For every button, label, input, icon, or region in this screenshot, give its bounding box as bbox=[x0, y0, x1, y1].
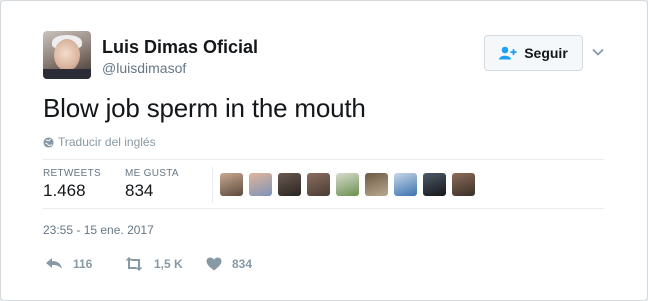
avatar[interactable] bbox=[43, 31, 91, 79]
translate-link[interactable]: Traducir del inglés bbox=[43, 135, 156, 149]
tweet-card: Luis Dimas Oficial @luisdimasof Seguir B… bbox=[0, 0, 648, 301]
reply-count: 116 bbox=[73, 257, 93, 271]
liker-avatar[interactable] bbox=[365, 173, 388, 196]
divider-bottom bbox=[43, 208, 604, 209]
liker-avatar[interactable] bbox=[307, 173, 330, 196]
liker-avatar[interactable] bbox=[278, 173, 301, 196]
retweet-count: 1,5 K bbox=[154, 257, 183, 271]
follow-button[interactable]: Seguir bbox=[484, 35, 583, 71]
like-count: 834 bbox=[232, 257, 253, 271]
reply-button[interactable]: 116 bbox=[45, 257, 92, 271]
tweet-timestamp[interactable]: 23:55 - 15 ene. 2017 bbox=[43, 223, 154, 237]
heart-icon bbox=[206, 257, 222, 271]
liker-avatar[interactable] bbox=[249, 173, 272, 196]
globe-icon bbox=[43, 136, 54, 148]
likes-label[interactable]: ME GUSTA bbox=[125, 168, 179, 179]
retweet-icon bbox=[125, 257, 143, 271]
chevron-down-icon[interactable] bbox=[591, 45, 605, 59]
retweets-label[interactable]: RETWEETS bbox=[43, 168, 101, 179]
like-button[interactable]: 834 bbox=[206, 257, 252, 271]
liker-avatar[interactable] bbox=[336, 173, 359, 196]
likes-value[interactable]: 834 bbox=[125, 181, 153, 201]
liker-avatar[interactable] bbox=[423, 173, 446, 196]
translate-label: Traducir del inglés bbox=[58, 135, 156, 149]
liker-avatar[interactable] bbox=[220, 173, 243, 196]
follow-button-label: Seguir bbox=[524, 45, 568, 61]
avatar-shirt bbox=[43, 69, 91, 79]
stats-separator bbox=[212, 167, 213, 203]
follow-user-icon bbox=[499, 46, 517, 60]
user-handle[interactable]: @luisdimasof bbox=[102, 60, 186, 76]
retweets-value[interactable]: 1.468 bbox=[43, 181, 86, 201]
liker-avatar[interactable] bbox=[452, 173, 475, 196]
tweet-text: Blow job sperm in the mouth bbox=[43, 93, 366, 123]
likers-avatar-list bbox=[220, 173, 475, 196]
user-name[interactable]: Luis Dimas Oficial bbox=[102, 37, 258, 58]
reply-icon bbox=[46, 258, 62, 269]
avatar-face bbox=[54, 39, 80, 71]
divider-top bbox=[43, 159, 604, 160]
liker-avatar[interactable] bbox=[394, 173, 417, 196]
retweet-button[interactable]: 1,5 K bbox=[124, 257, 183, 271]
